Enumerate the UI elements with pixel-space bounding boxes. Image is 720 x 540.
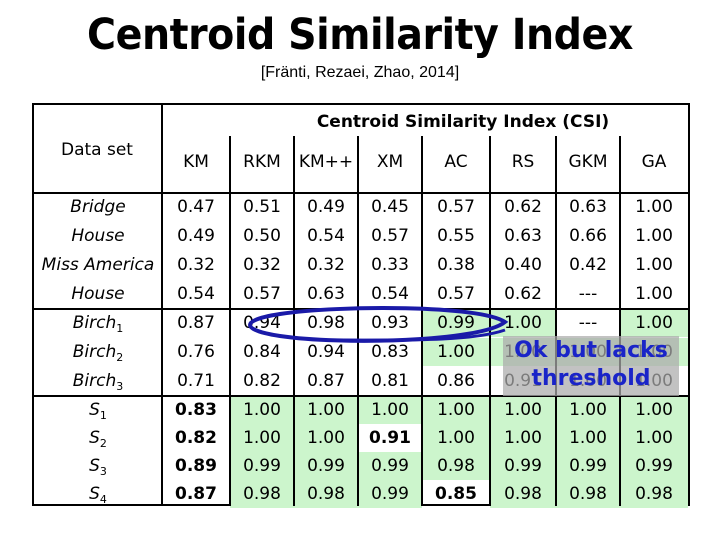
annotation-line-2: threshold bbox=[531, 366, 651, 391]
annotation-text: Ok but lacks threshold bbox=[503, 337, 679, 393]
highlight-ellipse bbox=[248, 306, 509, 343]
annotation-line-1: Ok but lacks bbox=[514, 338, 668, 363]
